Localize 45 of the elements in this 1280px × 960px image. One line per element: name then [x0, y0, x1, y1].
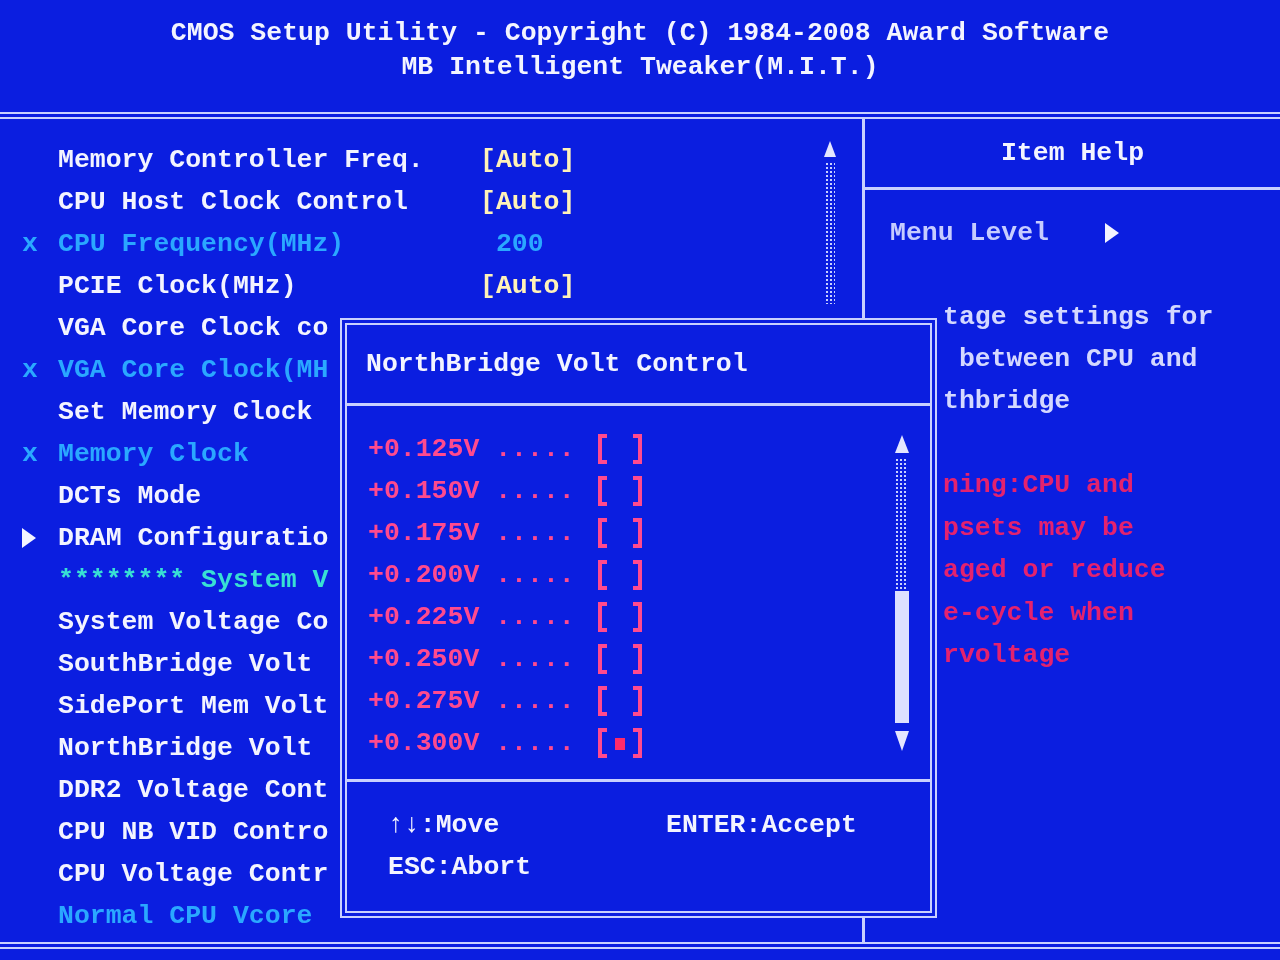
menu-item[interactable]: VGA Core Clock co — [58, 313, 329, 343]
warning-text: ning:CPU and — [943, 469, 1134, 502]
header-title: CMOS Setup Utility - Copyright (C) 1984-2008 Award Software — [170, 17, 1110, 50]
disabled-marker: x — [22, 229, 38, 259]
help-title: Item Help — [1000, 138, 1145, 168]
menu-item[interactable]: Memory Controller Freq. — [58, 145, 424, 175]
setting-value[interactable]: [Auto] — [480, 187, 576, 217]
help-text: between CPU and — [957, 343, 1198, 376]
section-heading: ******** System V — [58, 565, 329, 595]
menu-item[interactable]: DCTs Mode — [58, 481, 202, 511]
triangle-icon — [1105, 223, 1120, 243]
warning-text: rvoltage — [943, 639, 1071, 672]
setting-value[interactable]: [Auto] — [480, 145, 576, 175]
greyed-label: CPU Frequency(MHz) — [58, 229, 345, 259]
menu-level-label: Menu Level — [890, 218, 1050, 248]
header-subtitle: MB Intelligent Tweaker(M.I.T.) — [401, 51, 879, 84]
help-text: thbridge — [943, 385, 1071, 418]
setting-value[interactable]: [Auto] — [480, 271, 576, 301]
key-hint: ENTER:Accept — [666, 810, 857, 840]
menu-item[interactable]: CPU Host Clock Control — [58, 187, 408, 217]
warning-text: e-cycle when — [943, 596, 1134, 630]
menu-item[interactable]: DDR2 Voltage Cont — [58, 775, 329, 805]
disabled-marker: x — [22, 439, 38, 469]
menu-item[interactable]: Set Memory Clock — [58, 397, 313, 427]
submenu-item[interactable]: DRAM Configuratio — [58, 523, 329, 553]
warning-text: aged or reduce — [943, 554, 1166, 587]
disabled-marker: x — [22, 355, 38, 385]
menu-item[interactable]: System Voltage Co — [58, 607, 329, 637]
warning-text: psets may be — [943, 511, 1134, 545]
menu-item[interactable]: NorthBridge Volt — [58, 733, 313, 763]
info-label: Normal CPU Vcore — [58, 901, 313, 931]
menu-item[interactable]: SouthBridge Volt — [58, 649, 313, 679]
dialog-title: NorthBridge Volt Control — [366, 349, 748, 379]
key-hint: ↑↓:Move — [388, 810, 500, 840]
greyed-value: 200 — [494, 229, 544, 259]
scrollbar[interactable] — [822, 139, 838, 304]
menu-item[interactable]: CPU Voltage Contr — [58, 859, 329, 889]
menu-item[interactable]: PCIE Clock(MHz) — [58, 271, 297, 301]
greyed-label: Memory Clock — [58, 439, 249, 469]
menu-item[interactable]: SidePort Mem Volt — [58, 691, 329, 721]
help-text: tage settings for — [943, 301, 1214, 334]
key-hint: ESC:Abort — [388, 852, 532, 882]
menu-item[interactable]: CPU NB VID Contro — [58, 817, 329, 847]
greyed-label: VGA Core Clock(MH — [58, 355, 329, 385]
triangle-icon — [22, 528, 36, 548]
